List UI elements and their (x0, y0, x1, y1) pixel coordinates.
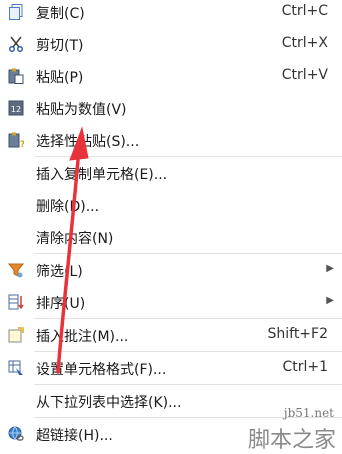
paste-values-badge: 12 (11, 105, 21, 114)
menu-item-sort[interactable]: 排序(U) ▶ (0, 286, 342, 318)
shortcut-text: Ctrl+1 (282, 359, 328, 375)
menu-item-label: 排序(U) (36, 296, 86, 312)
menu-item-paste[interactable]: 粘贴(P) Ctrl+V (0, 60, 342, 92)
sort-icon (8, 294, 24, 310)
paste-values-icon: 12 (8, 100, 24, 116)
filter-icon (8, 262, 24, 278)
menu-item-label: 插入批注(M)... (36, 329, 129, 345)
menu-item-label: 粘贴为数值(V) (36, 102, 127, 118)
menu-item-label: 设置单元格格式(F)... (36, 362, 167, 378)
watermark-site: jb51.net (283, 406, 334, 420)
scissors-icon (8, 36, 24, 52)
menu-item-label: 超链接(H)... (36, 428, 113, 444)
menu-item-insert-comment[interactable]: 插入批注(M)... Shift+F2 (0, 319, 342, 351)
menu-item-label: 插入复制单元格(E)... (36, 167, 168, 183)
menu-item-paste-special[interactable]: ? 选择性粘贴(S)... (0, 124, 342, 156)
menu-item-filter[interactable]: 筛选(L) ▶ (0, 254, 342, 286)
menu-item-label: 从下拉列表中选择(K)... (36, 395, 182, 411)
shortcut-text: Shift+F2 (267, 326, 328, 342)
submenu-arrow-icon: ▶ (326, 263, 334, 274)
menu-item-label: 清除内容(N) (36, 231, 114, 247)
shortcut-text: Ctrl+C (281, 3, 328, 19)
menu-item-clear-contents[interactable]: 清除内容(N) (0, 221, 342, 253)
hyperlink-icon (8, 426, 24, 442)
paste-special-icon: ? (8, 132, 24, 148)
menu-item-label: 筛选(L) (36, 264, 83, 280)
copy-icon (8, 4, 24, 20)
menu-item-delete[interactable]: 删除(D)... (0, 189, 342, 221)
menu-item-copy[interactable]: 复制(C) Ctrl+C (0, 0, 342, 28)
shortcut-text: Ctrl+V (281, 67, 328, 83)
menu-item-label: 剪切(T) (36, 38, 84, 54)
menu-item-label: 删除(D)... (36, 199, 100, 215)
comment-icon (8, 327, 24, 343)
shortcut-text: Ctrl+X (281, 35, 328, 51)
menu-item-insert-copied-cells[interactable]: 插入复制单元格(E)... (0, 157, 342, 189)
menu-item-format-cells[interactable]: 设置单元格格式(F)... Ctrl+1 (0, 352, 342, 384)
menu-item-label: 选择性粘贴(S)... (36, 134, 140, 150)
watermark-name: 脚本之家 (247, 428, 336, 453)
menu-item-paste-values[interactable]: 12 粘贴为数值(V) (0, 92, 342, 124)
menu-item-label: 粘贴(P) (36, 70, 84, 86)
context-menu: 复制(C) Ctrl+C 剪切(T) Ctrl+X 粘贴(P) Ctrl+V 1… (0, 0, 342, 450)
format-cells-icon (8, 360, 24, 376)
svg-text:?: ? (20, 140, 24, 148)
submenu-arrow-icon: ▶ (326, 295, 334, 306)
menu-item-cut[interactable]: 剪切(T) Ctrl+X (0, 28, 342, 60)
menu-item-label: 复制(C) (36, 6, 85, 22)
paste-icon (8, 68, 24, 84)
